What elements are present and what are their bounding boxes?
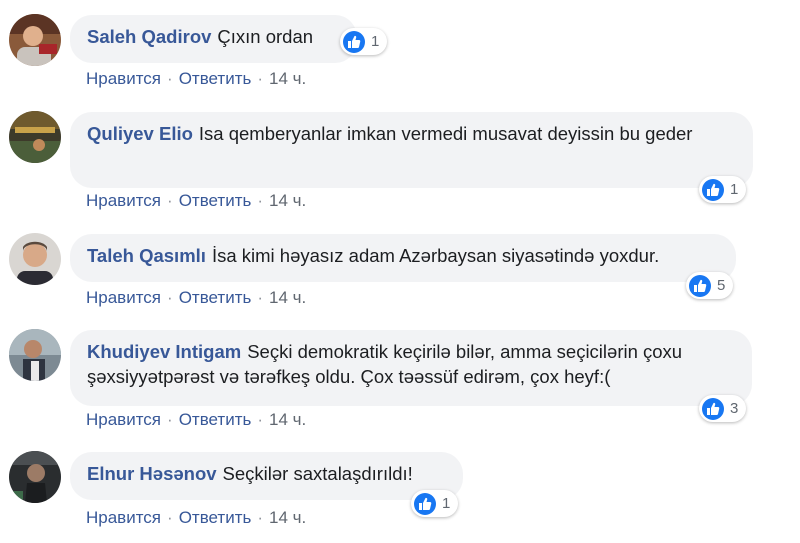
separator: ·	[167, 288, 173, 307]
timestamp[interactable]: 14 ч.	[269, 191, 306, 211]
comment-bubble: Elnur Həsənov Seçkilər saxtalaşdırıldı!	[70, 452, 463, 500]
timestamp[interactable]: 14 ч.	[269, 69, 306, 89]
reaction-count: 5	[717, 277, 726, 294]
separator: ·	[167, 69, 173, 88]
reaction-count: 1	[371, 33, 380, 50]
reply-link[interactable]: Ответить	[179, 288, 252, 308]
like-link[interactable]: Нравится	[86, 191, 161, 211]
comment-actions: Нравится · Ответить · 14 ч.	[86, 288, 306, 308]
reaction-count: 3	[730, 400, 739, 417]
reaction-count: 1	[442, 495, 451, 512]
like-icon	[414, 492, 436, 515]
avatar[interactable]	[9, 451, 61, 503]
separator: ·	[257, 69, 264, 88]
comment-actions: Нравится · Ответить · 14 ч.	[86, 191, 306, 211]
reaction-badge[interactable]: 5	[686, 272, 734, 299]
like-link[interactable]: Нравится	[86, 69, 161, 89]
comment-text: İsa kimi həyasız adam Azərbaysan siyasət…	[211, 245, 660, 266]
separator: ·	[167, 410, 173, 429]
like-icon	[702, 178, 724, 201]
comment-bubble: Taleh Qasımlı İsa kimi həyasız adam Azərb…	[70, 234, 736, 282]
comment-actions: Нравится · Ответить · 14 ч.	[86, 410, 306, 430]
reaction-badge[interactable]: 1	[699, 176, 747, 203]
like-link[interactable]: Нравится	[86, 288, 161, 308]
avatar[interactable]	[9, 329, 61, 381]
timestamp[interactable]: 14 ч.	[269, 288, 306, 308]
reaction-badge[interactable]: 1	[411, 490, 459, 517]
timestamp[interactable]: 14 ч.	[269, 410, 306, 430]
comment-text: Çıxın ordan	[217, 26, 314, 47]
timestamp[interactable]: 14 ч.	[269, 508, 306, 528]
avatar[interactable]	[9, 111, 61, 163]
avatar[interactable]	[9, 14, 61, 66]
comment-actions: Нравится · Ответить · 14 ч.	[86, 508, 306, 528]
comment-text: Seçkilər saxtalaşdırıldı!	[222, 463, 413, 484]
like-link[interactable]: Нравится	[86, 410, 161, 430]
comment-bubble: Saleh Qadirov Çıxın ordan	[70, 15, 357, 63]
reply-link[interactable]: Ответить	[179, 191, 252, 211]
separator: ·	[257, 288, 264, 307]
reply-link[interactable]: Ответить	[179, 508, 252, 528]
separator: ·	[167, 508, 173, 527]
separator: ·	[257, 508, 264, 527]
like-icon	[702, 397, 724, 420]
comment-author[interactable]: Quliyev Elio	[87, 123, 193, 144]
comment-author[interactable]: Elnur Həsənov	[87, 463, 217, 484]
reaction-badge[interactable]: 3	[699, 395, 747, 422]
comment-author[interactable]: Taleh Qasımlı	[87, 245, 206, 266]
separator: ·	[257, 191, 264, 210]
avatar[interactable]	[9, 233, 61, 285]
comment-bubble: Quliyev Elio Isa qemberyanlar imkan verme…	[70, 112, 753, 188]
like-icon	[689, 274, 711, 297]
like-icon	[343, 30, 365, 53]
reply-link[interactable]: Ответить	[179, 69, 252, 89]
like-link[interactable]: Нравится	[86, 508, 161, 528]
comment-actions: Нравится · Ответить · 14 ч.	[86, 69, 306, 89]
comment-author[interactable]: Saleh Qadirov	[87, 26, 211, 47]
reply-link[interactable]: Ответить	[179, 410, 252, 430]
comment-bubble: Khudiyev Intigam Seçki demokratik keçiril…	[70, 330, 752, 406]
separator: ·	[167, 191, 173, 210]
reaction-count: 1	[730, 181, 739, 198]
separator: ·	[257, 410, 264, 429]
reaction-badge[interactable]: 1	[340, 28, 388, 55]
comment-text: Isa qemberyanlar imkan vermedi musavat d…	[198, 123, 693, 144]
comment-author[interactable]: Khudiyev Intigam	[87, 341, 241, 362]
